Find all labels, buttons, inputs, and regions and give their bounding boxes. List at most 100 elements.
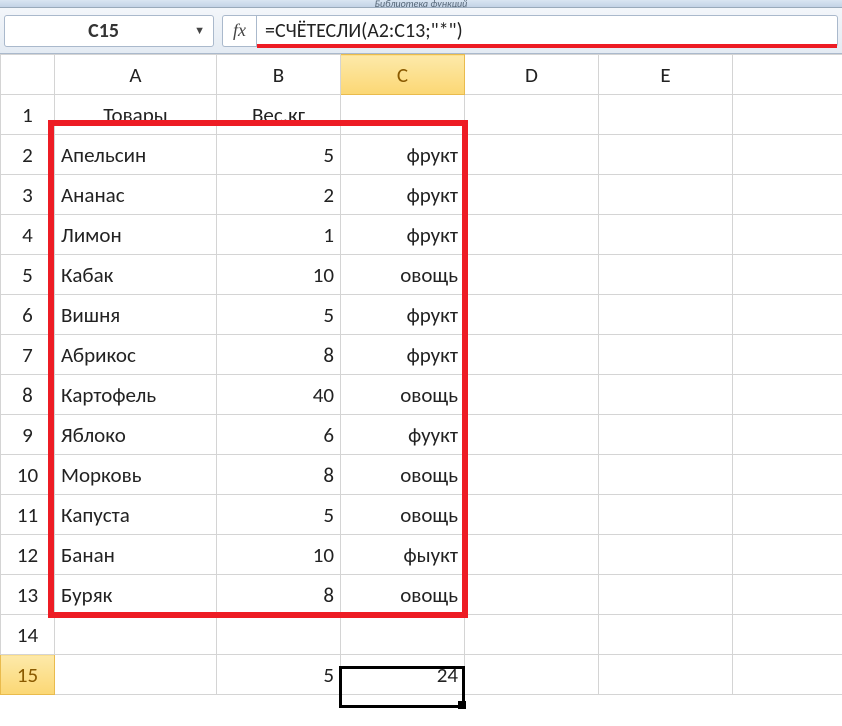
row-header[interactable]: 14 (1, 615, 55, 655)
cell-D4[interactable] (465, 215, 599, 255)
cell-D14[interactable] (465, 615, 599, 655)
cell-D3[interactable] (465, 175, 599, 215)
cell-A4[interactable]: Лимон (55, 215, 217, 255)
cell-E8[interactable] (599, 375, 733, 415)
fx-icon[interactable]: fx (233, 20, 246, 41)
cell-A5[interactable]: Кабак (55, 255, 217, 295)
cell-F2[interactable] (733, 135, 842, 175)
cell-A8[interactable]: Картофель (55, 375, 217, 415)
cell-F8[interactable] (733, 375, 842, 415)
cell-B15[interactable]: 5 (217, 655, 341, 695)
formula-input[interactable]: =СЧЁТЕСЛИ(A2:C13;"*") (256, 15, 838, 47)
cell-B4[interactable]: 1 (217, 215, 341, 255)
row-header[interactable]: 7 (1, 335, 55, 375)
row-header[interactable]: 5 (1, 255, 55, 295)
row-header[interactable]: 1 (1, 95, 55, 135)
cell-C2[interactable]: фрукт (341, 135, 465, 175)
cell-D12[interactable] (465, 535, 599, 575)
cell-F4[interactable] (733, 215, 842, 255)
col-header-A[interactable]: A (55, 55, 217, 95)
cell-C14[interactable] (341, 615, 465, 655)
spreadsheet-grid[interactable]: A B C D E 1 Товары Вес.кг 2 Апельсин 5 ф… (0, 54, 842, 695)
row-header[interactable]: 11 (1, 495, 55, 535)
cell-B13[interactable]: 8 (217, 575, 341, 615)
col-header-D[interactable]: D (465, 55, 599, 95)
cell-E14[interactable] (599, 615, 733, 655)
cell-F15[interactable] (733, 655, 842, 695)
cell-E1[interactable] (599, 95, 733, 135)
cell-B1[interactable]: Вес.кг (217, 95, 341, 135)
col-header-B[interactable]: B (217, 55, 341, 95)
cell-A13[interactable]: Буряк (55, 575, 217, 615)
row-header[interactable]: 12 (1, 535, 55, 575)
cell-B5[interactable]: 10 (217, 255, 341, 295)
cell-B3[interactable]: 2 (217, 175, 341, 215)
cell-E5[interactable] (599, 255, 733, 295)
cell-F3[interactable] (733, 175, 842, 215)
cell-B7[interactable]: 8 (217, 335, 341, 375)
row-header[interactable]: 3 (1, 175, 55, 215)
cell-B6[interactable]: 5 (217, 295, 341, 335)
cell-A9[interactable]: Яблоко (55, 415, 217, 455)
cell-A10[interactable]: Морковь (55, 455, 217, 495)
cell-F11[interactable] (733, 495, 842, 535)
cell-A6[interactable]: Вишня (55, 295, 217, 335)
cell-B11[interactable]: 5 (217, 495, 341, 535)
cell-C13[interactable]: овощь (341, 575, 465, 615)
cell-E11[interactable] (599, 495, 733, 535)
cell-F13[interactable] (733, 575, 842, 615)
cell-A14[interactable] (55, 615, 217, 655)
cell-F1[interactable] (733, 95, 842, 135)
cell-F5[interactable] (733, 255, 842, 295)
cell-E9[interactable] (599, 415, 733, 455)
cell-C9[interactable]: фуукт (341, 415, 465, 455)
cell-A12[interactable]: Банан (55, 535, 217, 575)
cell-C4[interactable]: фрукт (341, 215, 465, 255)
cell-D5[interactable] (465, 255, 599, 295)
cell-E10[interactable] (599, 455, 733, 495)
cell-D10[interactable] (465, 455, 599, 495)
cell-D8[interactable] (465, 375, 599, 415)
select-all-corner[interactable] (1, 55, 55, 95)
row-header[interactable]: 8 (1, 375, 55, 415)
fill-handle[interactable] (458, 701, 466, 709)
cell-F14[interactable] (733, 615, 842, 655)
cell-C5[interactable]: овощь (341, 255, 465, 295)
cell-A11[interactable]: Капуста (55, 495, 217, 535)
cell-B14[interactable] (217, 615, 341, 655)
cell-E12[interactable] (599, 535, 733, 575)
cell-E3[interactable] (599, 175, 733, 215)
dropdown-icon[interactable]: ▼ (194, 24, 205, 37)
cell-F7[interactable] (733, 335, 842, 375)
cell-D11[interactable] (465, 495, 599, 535)
cell-D13[interactable] (465, 575, 599, 615)
col-header-F[interactable] (733, 55, 842, 95)
row-header[interactable]: 6 (1, 295, 55, 335)
cell-C12[interactable]: фыукт (341, 535, 465, 575)
row-header[interactable]: 4 (1, 215, 55, 255)
cell-C1[interactable] (341, 95, 465, 135)
cell-F9[interactable] (733, 415, 842, 455)
row-header[interactable]: 10 (1, 455, 55, 495)
cell-D6[interactable] (465, 295, 599, 335)
cell-C6[interactable]: фрукт (341, 295, 465, 335)
cell-F10[interactable] (733, 455, 842, 495)
cell-B12[interactable]: 10 (217, 535, 341, 575)
cell-B2[interactable]: 5 (217, 135, 341, 175)
cell-F12[interactable] (733, 535, 842, 575)
cell-A1[interactable]: Товары (55, 95, 217, 135)
row-header[interactable]: 9 (1, 415, 55, 455)
row-header[interactable]: 2 (1, 135, 55, 175)
cell-E7[interactable] (599, 335, 733, 375)
cell-E15[interactable] (599, 655, 733, 695)
cell-C8[interactable]: овощь (341, 375, 465, 415)
cell-C3[interactable]: фрукт (341, 175, 465, 215)
row-header[interactable]: 15 (1, 655, 55, 695)
cell-D2[interactable] (465, 135, 599, 175)
cell-A7[interactable]: Абрикос (55, 335, 217, 375)
cell-C15[interactable]: 24 (341, 655, 465, 695)
row-header[interactable]: 13 (1, 575, 55, 615)
col-header-E[interactable]: E (599, 55, 733, 95)
cell-B10[interactable]: 8 (217, 455, 341, 495)
cell-D15[interactable] (465, 655, 599, 695)
